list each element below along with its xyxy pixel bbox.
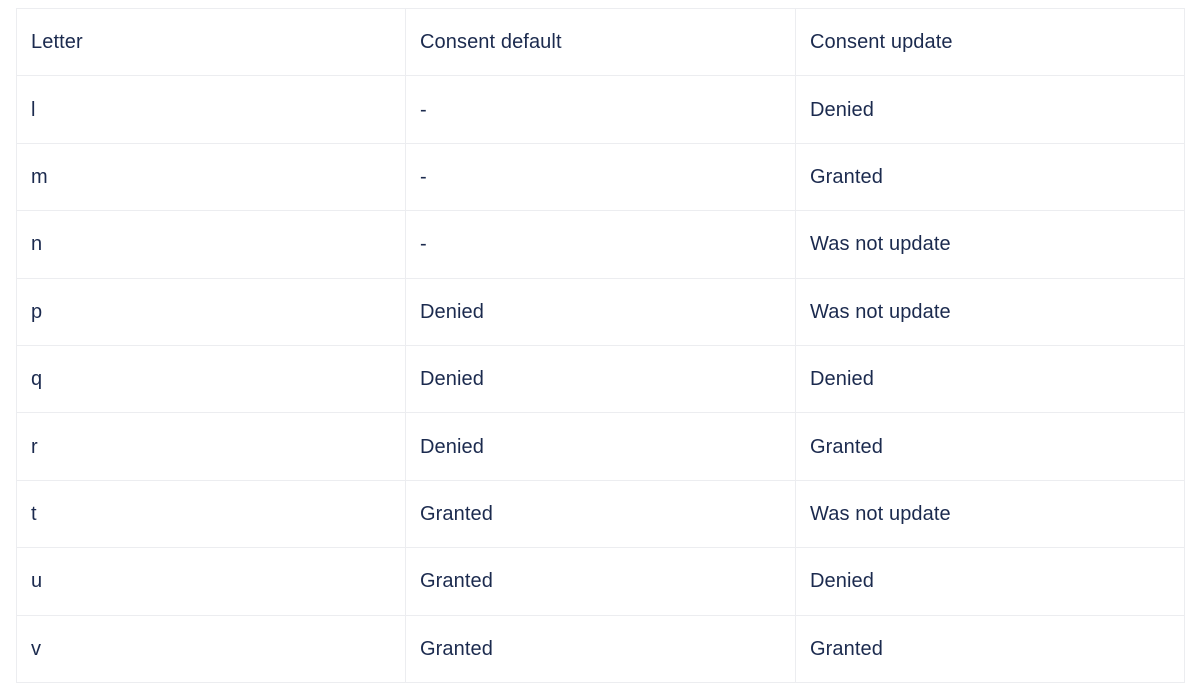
cell-letter: q [16,344,406,414]
cell-letter: l [16,75,406,144]
column-header-letter: Letter [16,7,406,77]
cell-consent-default: Denied [405,412,796,481]
cell-consent-default: Denied [405,344,796,414]
table-header-row: Letter Consent default Consent update [16,7,1185,77]
cell-consent-update: Was not update [795,277,1185,346]
table-row: r Denied Granted [16,412,1185,481]
cell-consent-default: Denied [405,277,796,346]
column-header-consent-default: Consent default [405,7,796,77]
cell-consent-default: - [405,142,796,212]
cell-consent-default: Granted [405,547,796,616]
table-row: u Granted Denied [16,547,1185,616]
table-row: t Granted Was not update [16,479,1185,549]
cell-consent-default: Granted [405,614,796,683]
table-row: l - Denied [16,75,1185,144]
cell-letter: m [16,142,406,212]
cell-consent-default: - [405,75,796,144]
cell-letter: r [16,412,406,481]
page-root: Letter Consent default Consent update l … [0,0,1200,700]
cell-consent-default: Granted [405,479,796,549]
table-row: q Denied Denied [16,344,1185,414]
cell-consent-update: Granted [795,412,1185,481]
cell-consent-update: Denied [795,547,1185,616]
table-row: p Denied Was not update [16,277,1185,346]
table-row: n - Was not update [16,210,1185,279]
cell-letter: p [16,277,406,346]
table-body: l - Denied m - Granted n - Was not updat… [16,75,1185,683]
table-header: Letter Consent default Consent update [16,7,1185,77]
cell-letter: u [16,547,406,616]
cell-consent-update: Granted [795,614,1185,683]
cell-consent-default: - [405,210,796,279]
cell-consent-update: Granted [795,142,1185,212]
consent-table-container: Letter Consent default Consent update l … [16,7,1185,683]
table-row: m - Granted [16,142,1185,212]
cell-consent-update: Denied [795,344,1185,414]
cell-consent-update: Was not update [795,479,1185,549]
cell-consent-update: Denied [795,75,1185,144]
table-row: v Granted Granted [16,614,1185,683]
cell-letter: n [16,210,406,279]
cell-consent-update: Was not update [795,210,1185,279]
cell-letter: t [16,479,406,549]
cell-letter: v [16,614,406,683]
consent-table: Letter Consent default Consent update l … [16,7,1185,683]
column-header-consent-update: Consent update [795,7,1185,77]
